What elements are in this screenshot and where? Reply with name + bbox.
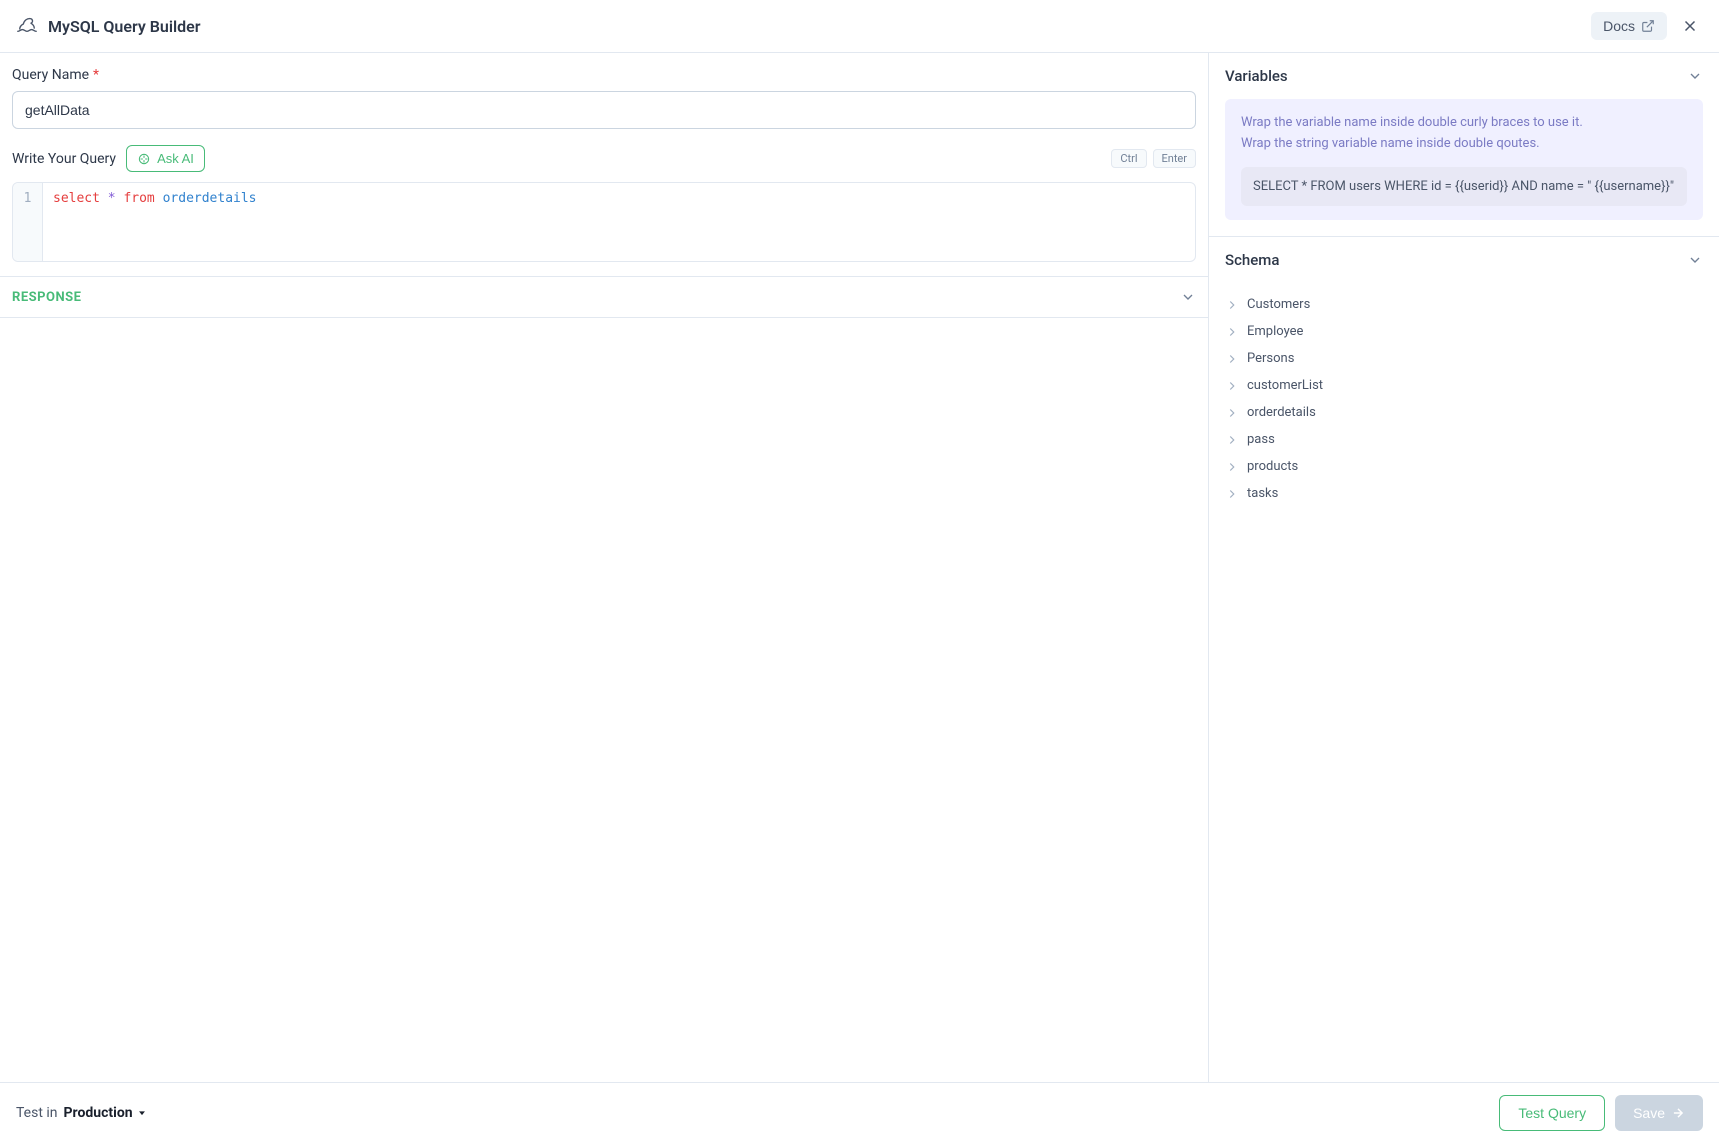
close-icon [1681,17,1699,35]
variables-panel: Variables Wrap the variable name inside … [1209,53,1719,237]
save-label: Save [1633,1105,1665,1121]
schema-item[interactable]: orderdetails [1225,399,1703,426]
header-bar: MySQL Query Builder Docs [0,0,1719,53]
token-table: orderdetails [163,191,257,206]
docs-label: Docs [1603,18,1635,34]
docs-button[interactable]: Docs [1591,12,1667,40]
chevron-down-icon [1687,252,1703,268]
schema-item[interactable]: Employee [1225,318,1703,345]
shortcut-ctrl: Ctrl [1111,149,1146,168]
caret-down-icon [137,1108,147,1118]
shortcut-badges: Ctrl Enter [1111,149,1196,168]
variables-hint1: Wrap the variable name inside double cur… [1241,113,1687,134]
schema-panel: Schema Customers Employee Persons [1209,237,1719,1082]
line-number: 1 [24,191,32,206]
main-panel: Query Name * Write Your Query Ask AI [0,53,1209,1082]
chevron-right-icon [1225,298,1239,312]
schema-item[interactable]: customerList [1225,372,1703,399]
arrow-right-icon [1671,1106,1685,1120]
chevron-right-icon [1225,487,1239,501]
schema-item-label: tasks [1247,486,1278,501]
code-gutter: 1 [13,183,43,261]
shortcut-enter: Enter [1153,149,1197,168]
variables-hint2: Wrap the string variable name inside dou… [1241,134,1687,155]
schema-title: Schema [1225,251,1279,269]
schema-item[interactable]: products [1225,453,1703,480]
required-asterisk: * [93,67,99,83]
ask-ai-label: Ask AI [157,151,194,166]
footer-left: Test in Production [16,1105,147,1121]
schema-item[interactable]: Persons [1225,345,1703,372]
write-query-label: Write Your Query [12,151,116,167]
chevron-right-icon [1225,325,1239,339]
response-section[interactable]: RESPONSE [0,276,1208,318]
response-title: RESPONSE [12,290,81,305]
code-content[interactable]: select * from orderdetails [43,183,1195,261]
test-in-label: Test in [16,1105,58,1121]
chevron-down-icon [1180,289,1196,305]
token-from: from [123,191,154,206]
query-header-left: Write Your Query Ask AI [12,145,205,172]
ai-sparkle-icon [137,152,151,166]
chevron-right-icon [1225,433,1239,447]
save-button[interactable]: Save [1615,1095,1703,1131]
sidebar: Variables Wrap the variable name inside … [1209,53,1719,1082]
token-star: * [108,191,116,206]
schema-item-label: Customers [1247,297,1310,312]
environment-value: Production [64,1105,133,1121]
schema-item-label: customerList [1247,378,1323,393]
header-right: Docs [1591,12,1703,40]
token-select: select [53,191,100,206]
page-title: MySQL Query Builder [48,17,201,36]
schema-item[interactable]: Customers [1225,291,1703,318]
chevron-right-icon [1225,460,1239,474]
schema-item-label: Persons [1247,351,1294,366]
test-query-label: Test Query [1518,1105,1586,1121]
footer-bar: Test in Production Test Query Save [0,1082,1719,1143]
variables-title: Variables [1225,67,1288,85]
query-name-input[interactable] [12,91,1196,129]
variables-example: SELECT * FROM users WHERE id = {{userid}… [1241,167,1687,207]
schema-list: Customers Employee Persons customerList … [1209,283,1719,523]
query-name-label: Query Name [12,67,89,83]
schema-item[interactable]: pass [1225,426,1703,453]
query-name-label-row: Query Name * [12,67,1196,83]
schema-panel-header[interactable]: Schema [1209,237,1719,283]
schema-item-label: Employee [1247,324,1303,339]
variables-info: Wrap the variable name inside double cur… [1225,99,1703,220]
variables-panel-header[interactable]: Variables [1209,53,1719,99]
query-header: Write Your Query Ask AI Ctrl Enter [12,145,1196,172]
code-editor[interactable]: 1 select * from orderdetails [12,182,1196,262]
chevron-down-icon [1687,68,1703,84]
mysql-icon [16,13,38,39]
test-query-button[interactable]: Test Query [1499,1095,1605,1131]
external-link-icon [1641,19,1655,33]
content-area: Query Name * Write Your Query Ask AI [0,53,1719,1082]
chevron-right-icon [1225,352,1239,366]
chevron-right-icon [1225,379,1239,393]
schema-item[interactable]: tasks [1225,480,1703,507]
environment-dropdown[interactable]: Production [64,1105,147,1121]
header-left: MySQL Query Builder [16,13,201,39]
schema-item-label: orderdetails [1247,405,1316,420]
schema-item-label: pass [1247,432,1275,447]
ask-ai-button[interactable]: Ask AI [126,145,205,172]
close-button[interactable] [1677,13,1703,39]
footer-right: Test Query Save [1499,1095,1703,1131]
form-section: Query Name * Write Your Query Ask AI [0,53,1208,276]
schema-item-label: products [1247,459,1298,474]
chevron-right-icon [1225,406,1239,420]
